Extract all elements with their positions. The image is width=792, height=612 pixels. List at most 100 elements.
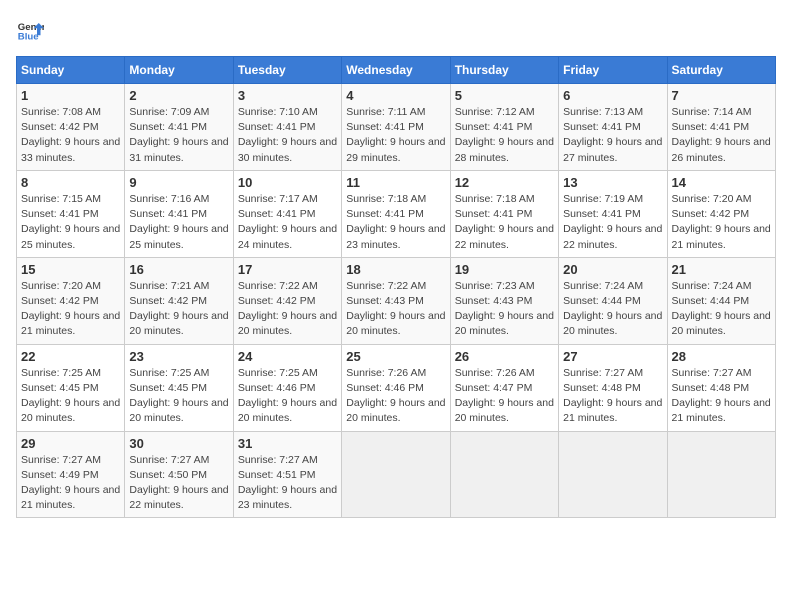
calendar-cell: 23 Sunrise: 7:25 AMSunset: 4:45 PMDaylig… bbox=[125, 344, 233, 431]
day-number: 20 bbox=[563, 262, 662, 277]
day-number: 5 bbox=[455, 88, 554, 103]
logo: General Blue bbox=[16, 16, 44, 44]
calendar-cell: 24 Sunrise: 7:25 AMSunset: 4:46 PMDaylig… bbox=[233, 344, 341, 431]
calendar-cell: 14 Sunrise: 7:20 AMSunset: 4:42 PMDaylig… bbox=[667, 170, 775, 257]
day-number: 3 bbox=[238, 88, 337, 103]
day-detail: Sunrise: 7:27 AMSunset: 4:51 PMDaylight:… bbox=[238, 454, 337, 512]
calendar-cell: 22 Sunrise: 7:25 AMSunset: 4:45 PMDaylig… bbox=[17, 344, 125, 431]
day-detail: Sunrise: 7:16 AMSunset: 4:41 PMDaylight:… bbox=[129, 193, 228, 251]
calendar-cell: 7 Sunrise: 7:14 AMSunset: 4:41 PMDayligh… bbox=[667, 84, 775, 171]
calendar-cell: 16 Sunrise: 7:21 AMSunset: 4:42 PMDaylig… bbox=[125, 257, 233, 344]
day-detail: Sunrise: 7:26 AMSunset: 4:47 PMDaylight:… bbox=[455, 367, 554, 425]
day-detail: Sunrise: 7:11 AMSunset: 4:41 PMDaylight:… bbox=[346, 106, 445, 164]
calendar-cell: 20 Sunrise: 7:24 AMSunset: 4:44 PMDaylig… bbox=[559, 257, 667, 344]
calendar-table: SundayMondayTuesdayWednesdayThursdayFrid… bbox=[16, 56, 776, 518]
day-detail: Sunrise: 7:17 AMSunset: 4:41 PMDaylight:… bbox=[238, 193, 337, 251]
day-detail: Sunrise: 7:09 AMSunset: 4:41 PMDaylight:… bbox=[129, 106, 228, 164]
day-number: 17 bbox=[238, 262, 337, 277]
calendar-cell: 10 Sunrise: 7:17 AMSunset: 4:41 PMDaylig… bbox=[233, 170, 341, 257]
calendar-cell bbox=[342, 431, 450, 518]
day-number: 10 bbox=[238, 175, 337, 190]
day-detail: Sunrise: 7:24 AMSunset: 4:44 PMDaylight:… bbox=[563, 280, 662, 338]
day-detail: Sunrise: 7:25 AMSunset: 4:46 PMDaylight:… bbox=[238, 367, 337, 425]
day-number: 31 bbox=[238, 436, 337, 451]
day-number: 18 bbox=[346, 262, 445, 277]
calendar-cell: 27 Sunrise: 7:27 AMSunset: 4:48 PMDaylig… bbox=[559, 344, 667, 431]
day-detail: Sunrise: 7:12 AMSunset: 4:41 PMDaylight:… bbox=[455, 106, 554, 164]
calendar-cell: 25 Sunrise: 7:26 AMSunset: 4:46 PMDaylig… bbox=[342, 344, 450, 431]
weekday-header-saturday: Saturday bbox=[667, 57, 775, 84]
day-detail: Sunrise: 7:18 AMSunset: 4:41 PMDaylight:… bbox=[346, 193, 445, 251]
calendar-cell: 3 Sunrise: 7:10 AMSunset: 4:41 PMDayligh… bbox=[233, 84, 341, 171]
day-detail: Sunrise: 7:19 AMSunset: 4:41 PMDaylight:… bbox=[563, 193, 662, 251]
calendar-cell bbox=[559, 431, 667, 518]
day-number: 13 bbox=[563, 175, 662, 190]
weekday-header-sunday: Sunday bbox=[17, 57, 125, 84]
day-number: 29 bbox=[21, 436, 120, 451]
weekday-header-wednesday: Wednesday bbox=[342, 57, 450, 84]
day-number: 7 bbox=[672, 88, 771, 103]
day-number: 19 bbox=[455, 262, 554, 277]
calendar-cell bbox=[667, 431, 775, 518]
day-detail: Sunrise: 7:20 AMSunset: 4:42 PMDaylight:… bbox=[672, 193, 771, 251]
calendar-cell: 5 Sunrise: 7:12 AMSunset: 4:41 PMDayligh… bbox=[450, 84, 558, 171]
weekday-header-monday: Monday bbox=[125, 57, 233, 84]
calendar-cell: 13 Sunrise: 7:19 AMSunset: 4:41 PMDaylig… bbox=[559, 170, 667, 257]
calendar-cell: 21 Sunrise: 7:24 AMSunset: 4:44 PMDaylig… bbox=[667, 257, 775, 344]
day-detail: Sunrise: 7:22 AMSunset: 4:42 PMDaylight:… bbox=[238, 280, 337, 338]
day-number: 30 bbox=[129, 436, 228, 451]
day-number: 14 bbox=[672, 175, 771, 190]
day-detail: Sunrise: 7:15 AMSunset: 4:41 PMDaylight:… bbox=[21, 193, 120, 251]
day-number: 21 bbox=[672, 262, 771, 277]
day-number: 28 bbox=[672, 349, 771, 364]
day-detail: Sunrise: 7:26 AMSunset: 4:46 PMDaylight:… bbox=[346, 367, 445, 425]
calendar-week-4: 22 Sunrise: 7:25 AMSunset: 4:45 PMDaylig… bbox=[17, 344, 776, 431]
day-detail: Sunrise: 7:24 AMSunset: 4:44 PMDaylight:… bbox=[672, 280, 771, 338]
day-number: 26 bbox=[455, 349, 554, 364]
day-number: 11 bbox=[346, 175, 445, 190]
day-number: 16 bbox=[129, 262, 228, 277]
calendar-week-3: 15 Sunrise: 7:20 AMSunset: 4:42 PMDaylig… bbox=[17, 257, 776, 344]
calendar-week-1: 1 Sunrise: 7:08 AMSunset: 4:42 PMDayligh… bbox=[17, 84, 776, 171]
calendar-cell: 1 Sunrise: 7:08 AMSunset: 4:42 PMDayligh… bbox=[17, 84, 125, 171]
day-number: 23 bbox=[129, 349, 228, 364]
calendar-cell: 26 Sunrise: 7:26 AMSunset: 4:47 PMDaylig… bbox=[450, 344, 558, 431]
day-number: 12 bbox=[455, 175, 554, 190]
day-number: 4 bbox=[346, 88, 445, 103]
day-number: 6 bbox=[563, 88, 662, 103]
calendar-cell: 17 Sunrise: 7:22 AMSunset: 4:42 PMDaylig… bbox=[233, 257, 341, 344]
day-detail: Sunrise: 7:25 AMSunset: 4:45 PMDaylight:… bbox=[21, 367, 120, 425]
calendar-cell: 6 Sunrise: 7:13 AMSunset: 4:41 PMDayligh… bbox=[559, 84, 667, 171]
calendar-cell bbox=[450, 431, 558, 518]
day-number: 24 bbox=[238, 349, 337, 364]
calendar-cell: 9 Sunrise: 7:16 AMSunset: 4:41 PMDayligh… bbox=[125, 170, 233, 257]
day-detail: Sunrise: 7:13 AMSunset: 4:41 PMDaylight:… bbox=[563, 106, 662, 164]
day-detail: Sunrise: 7:27 AMSunset: 4:48 PMDaylight:… bbox=[672, 367, 771, 425]
day-detail: Sunrise: 7:25 AMSunset: 4:45 PMDaylight:… bbox=[129, 367, 228, 425]
calendar-week-5: 29 Sunrise: 7:27 AMSunset: 4:49 PMDaylig… bbox=[17, 431, 776, 518]
calendar-cell: 2 Sunrise: 7:09 AMSunset: 4:41 PMDayligh… bbox=[125, 84, 233, 171]
calendar-cell: 11 Sunrise: 7:18 AMSunset: 4:41 PMDaylig… bbox=[342, 170, 450, 257]
day-number: 22 bbox=[21, 349, 120, 364]
calendar-cell: 29 Sunrise: 7:27 AMSunset: 4:49 PMDaylig… bbox=[17, 431, 125, 518]
day-number: 9 bbox=[129, 175, 228, 190]
calendar-cell: 28 Sunrise: 7:27 AMSunset: 4:48 PMDaylig… bbox=[667, 344, 775, 431]
day-detail: Sunrise: 7:18 AMSunset: 4:41 PMDaylight:… bbox=[455, 193, 554, 251]
day-detail: Sunrise: 7:08 AMSunset: 4:42 PMDaylight:… bbox=[21, 106, 120, 164]
calendar-cell: 18 Sunrise: 7:22 AMSunset: 4:43 PMDaylig… bbox=[342, 257, 450, 344]
weekday-header-tuesday: Tuesday bbox=[233, 57, 341, 84]
day-number: 25 bbox=[346, 349, 445, 364]
day-detail: Sunrise: 7:27 AMSunset: 4:48 PMDaylight:… bbox=[563, 367, 662, 425]
logo-icon: General Blue bbox=[16, 16, 44, 44]
svg-text:Blue: Blue bbox=[18, 32, 39, 43]
day-detail: Sunrise: 7:14 AMSunset: 4:41 PMDaylight:… bbox=[672, 106, 771, 164]
calendar-cell: 12 Sunrise: 7:18 AMSunset: 4:41 PMDaylig… bbox=[450, 170, 558, 257]
calendar-cell: 31 Sunrise: 7:27 AMSunset: 4:51 PMDaylig… bbox=[233, 431, 341, 518]
weekday-header-friday: Friday bbox=[559, 57, 667, 84]
calendar-cell: 30 Sunrise: 7:27 AMSunset: 4:50 PMDaylig… bbox=[125, 431, 233, 518]
day-detail: Sunrise: 7:23 AMSunset: 4:43 PMDaylight:… bbox=[455, 280, 554, 338]
calendar-cell: 8 Sunrise: 7:15 AMSunset: 4:41 PMDayligh… bbox=[17, 170, 125, 257]
calendar-week-2: 8 Sunrise: 7:15 AMSunset: 4:41 PMDayligh… bbox=[17, 170, 776, 257]
day-number: 15 bbox=[21, 262, 120, 277]
day-number: 1 bbox=[21, 88, 120, 103]
